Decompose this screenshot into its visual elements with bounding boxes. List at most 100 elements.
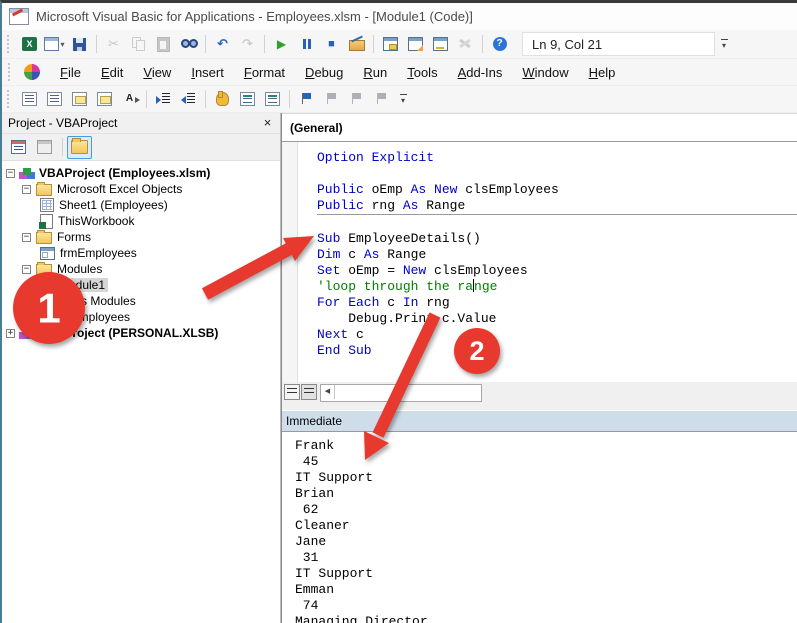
tree-item-module1[interactable]: Module1 [2,277,280,293]
menu-debug[interactable]: Debug [295,62,353,83]
menu-edit[interactable]: Edit [91,62,133,83]
tree-item-frmemployees[interactable]: frmEmployees [2,245,280,261]
previous-bookmark-button[interactable] [344,88,369,111]
indent-button[interactable] [151,88,176,111]
menu-view[interactable]: View [133,62,181,83]
save-button[interactable] [67,33,92,56]
collapse-icon[interactable]: − [22,265,31,274]
menu-help[interactable]: Help [579,62,626,83]
tree-item-vbaproject-employees-xlsm[interactable]: −VBAProject (Employees.xlsm) [2,165,280,181]
tree-item-thisworkbook[interactable]: ThisWorkbook [2,213,280,229]
object-dropdown[interactable]: (General) [282,113,797,142]
list-constants-button[interactable] [42,88,67,111]
tree-item-label: Module1 [56,278,108,292]
procedure-view-button[interactable] [284,384,300,400]
design-mode-button[interactable] [344,33,369,56]
menu-add-ins[interactable]: Add-Ins [448,62,513,83]
code-editor[interactable]: Option ExplicitPublic oEmp As New clsEmp… [282,142,797,382]
tree-item-microsoft-excel-objects[interactable]: −Microsoft Excel Objects [2,181,280,197]
scroll-left-icon[interactable]: ◀ [321,385,335,399]
menu-run[interactable]: Run [353,62,397,83]
toolbar-separator [482,35,483,53]
lines-icon [22,92,37,106]
object-browser-button[interactable] [428,33,453,56]
collapse-icon[interactable]: − [6,169,15,178]
undo-button[interactable]: ↶ [210,33,235,56]
tree-item-vbaproject-personal-xlsb[interactable]: +VBAProject (PERSONAL.XLSB) [2,325,280,341]
code-line: End Sub [317,343,797,359]
parameter-info-button[interactable] [92,88,117,111]
collapse-icon[interactable]: − [22,297,31,306]
toolbar-separator [264,35,265,53]
objbrw-icon [433,37,448,51]
tree-item-forms[interactable]: −Forms [2,229,280,245]
menu-tools[interactable]: Tools [397,62,447,83]
uncomment-block-button[interactable] [260,88,285,111]
tree-item-label: clsEmployees [53,310,133,324]
list-properties-button[interactable] [17,88,42,111]
collapse-icon[interactable]: − [22,185,31,194]
view-excel-button[interactable]: X [17,33,42,56]
toggle-breakpoint-button[interactable] [210,88,235,111]
collapse-icon[interactable]: − [22,233,31,242]
code-text: oEmp [372,182,411,197]
quick-info-button[interactable] [67,88,92,111]
close-button[interactable]: × [259,115,276,131]
immediate-output-line: 31 [295,550,797,566]
tree-item-sheet1-employees[interactable]: Sheet1 (Employees) [2,197,280,213]
keyword-text: Dim [317,247,348,262]
view-object-button[interactable] [32,136,57,159]
code-text: Range [387,247,426,262]
edit-toolbar-grip[interactable] [7,90,13,108]
keyword-text: Option Explicit [317,150,434,165]
toolbar-separator [373,35,374,53]
code-text: rng [372,198,403,213]
copy-button[interactable] [126,33,151,56]
cut-button[interactable]: ✂ [101,33,126,56]
toggle-bookmark-button[interactable] [294,88,319,111]
next-bookmark-button[interactable] [319,88,344,111]
immediate-window[interactable]: Frank 45IT SupportBrian 62CleanerJane 31… [282,431,797,623]
menu-insert[interactable]: Insert [181,62,234,83]
reset-button[interactable]: ■ [319,33,344,56]
outdent-button[interactable] [176,88,201,111]
run-button[interactable]: ▶ [269,33,294,56]
vba-app-icon [9,8,29,25]
toggle-folders-button[interactable] [67,136,92,159]
comment-block-button[interactable] [235,88,260,111]
tree-item-clsemployees[interactable]: clsEmployees [2,309,280,325]
toolbar-grip[interactable] [7,35,13,53]
tree-item-modules[interactable]: −Modules [2,261,280,277]
immediate-window-titlebar[interactable]: Immediate [282,410,797,431]
project-explorer-button[interactable] [378,33,403,56]
folder-icon [36,264,52,276]
find-button[interactable] [176,33,201,56]
code-line: Public rng As Range [317,198,797,214]
properties-window-button[interactable] [403,33,428,56]
vba-logo-icon [24,64,40,80]
edit-toolbar-options-button[interactable]: ▾ [396,88,410,111]
help-button[interactable]: ? [487,33,512,56]
view-code-button[interactable] [6,136,31,159]
full-module-view-button[interactable] [301,384,317,400]
cursor-position-indicator: Ln 9, Col 21 [522,32,715,56]
tip-icon [72,92,87,106]
clear-bookmarks-button[interactable] [369,88,394,111]
menu-window[interactable]: Window [512,62,578,83]
complete-word-button[interactable]: A [117,88,142,111]
keyword-text: Next [317,327,356,342]
break-button[interactable] [294,33,319,56]
insert-userform-button[interactable]: ▾ [42,33,67,56]
redo-button[interactable]: ↷ [235,33,260,56]
menu-file[interactable]: File [50,62,91,83]
toolbox-button[interactable] [453,33,478,56]
tree-item-class-modules[interactable]: −Class Modules [2,293,280,309]
menubar-grip[interactable] [8,63,14,81]
horizontal-scrollbar[interactable]: ◀ [320,384,482,402]
menu-format[interactable]: Format [234,62,295,83]
toolbar-options-button[interactable]: ▾ [717,33,731,56]
paste-button[interactable] [151,33,176,56]
expand-icon[interactable]: + [6,329,15,338]
toolbar-separator [205,35,206,53]
tree-item-label: ThisWorkbook [55,214,137,228]
